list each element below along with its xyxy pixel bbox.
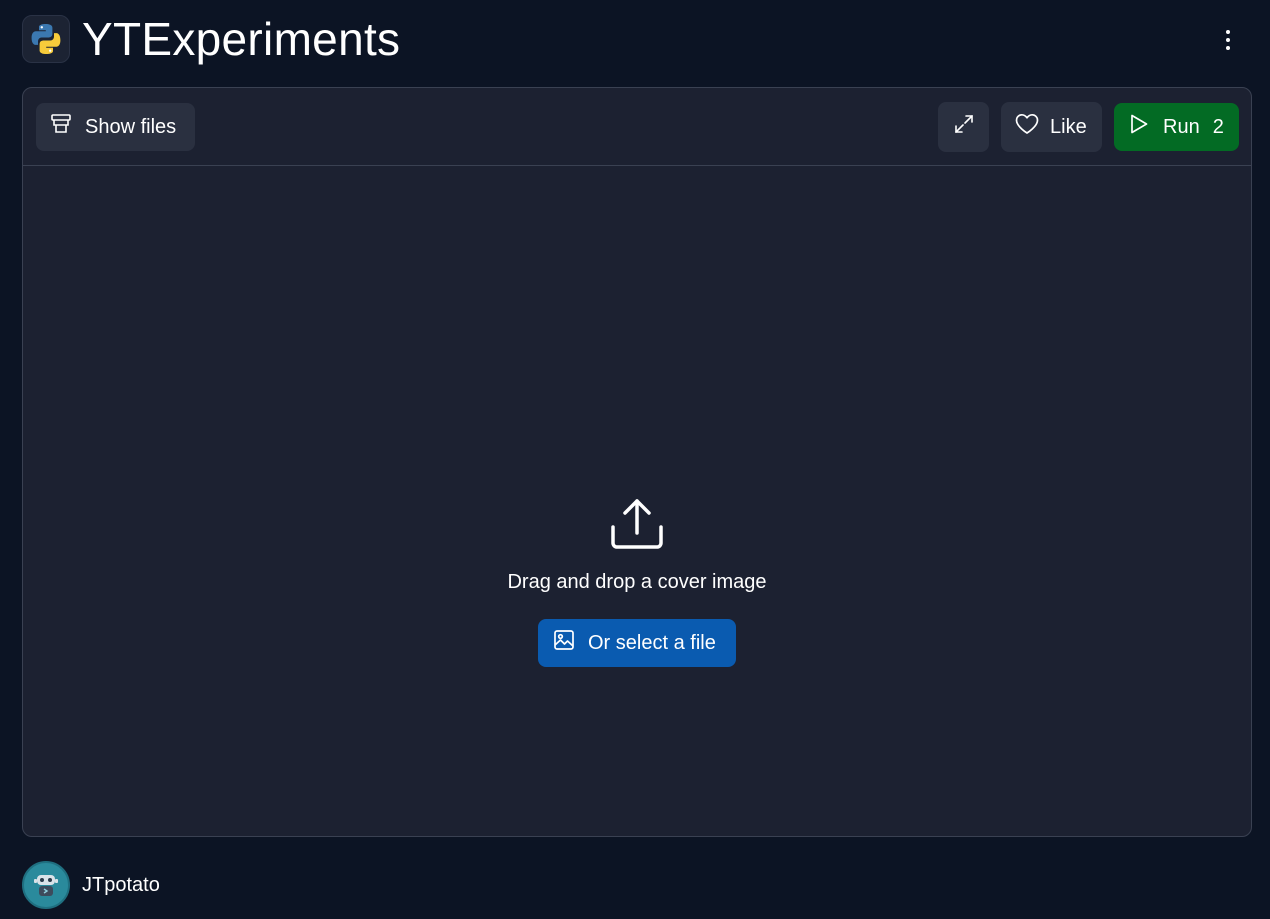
app-panel: Show files Like Run 2 Drag and drop a co… <box>22 87 1252 837</box>
select-file-button[interactable]: Or select a file <box>538 619 736 667</box>
upload-icon <box>609 497 665 558</box>
username[interactable]: JTpotato <box>82 874 160 897</box>
cover-image-dropzone[interactable]: Drag and drop a cover image Or select a … <box>23 167 1251 836</box>
footer: JTpotato <box>22 861 160 909</box>
like-label: Like <box>1050 115 1087 138</box>
heart-icon <box>1014 112 1040 142</box>
toolbar: Show files Like Run 2 <box>23 88 1251 166</box>
expand-button[interactable] <box>938 102 989 152</box>
dropzone-text: Drag and drop a cover image <box>507 571 767 593</box>
header: YTExperiments <box>22 14 1248 64</box>
show-files-label: Show files <box>85 115 177 138</box>
run-button[interactable]: Run 2 <box>1114 103 1239 151</box>
play-icon <box>1129 113 1149 141</box>
kebab-menu-icon[interactable] <box>1216 26 1240 54</box>
run-count: 2 <box>1212 115 1224 138</box>
files-icon <box>49 112 73 142</box>
page-title: YTExperiments <box>82 13 401 65</box>
run-label: Run <box>1163 115 1200 138</box>
python-logo-icon[interactable] <box>22 15 70 63</box>
image-icon <box>553 629 575 657</box>
robot-avatar-icon[interactable] <box>22 861 70 909</box>
select-file-label: Or select a file <box>588 631 716 654</box>
like-button[interactable]: Like <box>1001 102 1102 152</box>
show-files-button[interactable]: Show files <box>36 103 195 151</box>
expand-icon <box>952 112 976 142</box>
